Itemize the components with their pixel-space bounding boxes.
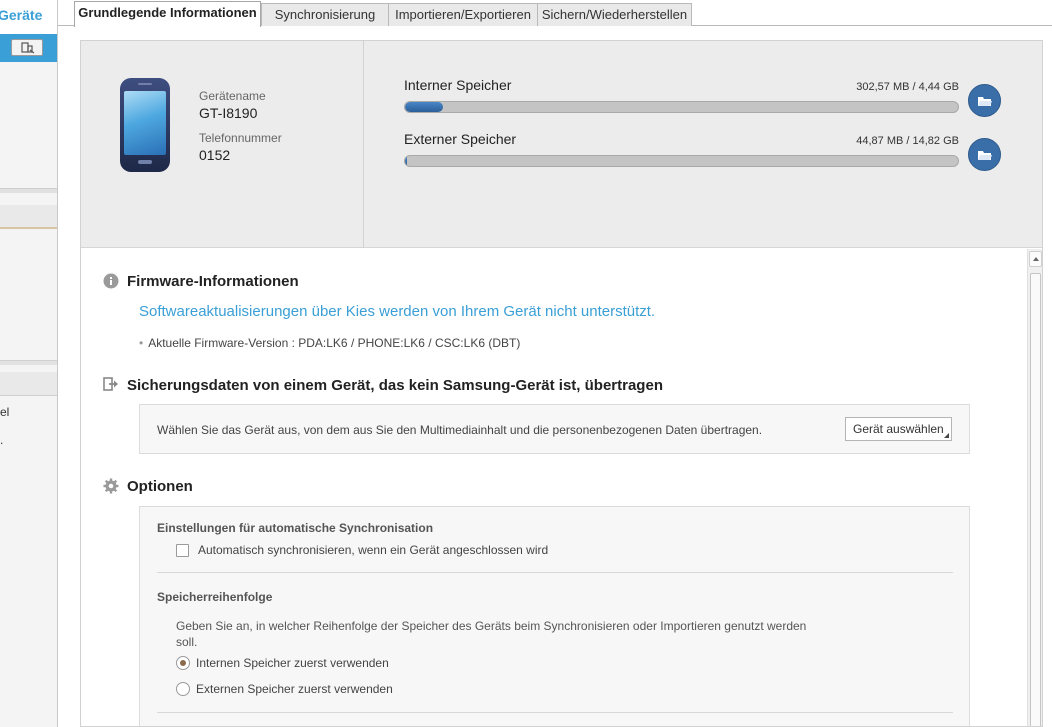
scrollbar-thumb[interactable] bbox=[1030, 273, 1041, 726]
select-device-label: Gerät auswählen bbox=[853, 422, 944, 436]
internal-storage-fill bbox=[405, 102, 443, 112]
panel-divider bbox=[363, 41, 364, 248]
bullet-icon: • bbox=[139, 336, 144, 350]
tab-backup-restore[interactable]: Sichern/Wiederherstellen bbox=[537, 3, 692, 26]
disconnect-device-button[interactable] bbox=[11, 39, 43, 56]
transfer-icon bbox=[103, 377, 118, 391]
sidebar-item[interactable]: . bbox=[0, 433, 3, 447]
sidebar-section-header[interactable] bbox=[0, 372, 57, 396]
disconnect-icon bbox=[21, 42, 35, 54]
phone-number-label: Telefonnummer bbox=[199, 131, 282, 145]
options-divider bbox=[157, 712, 953, 713]
device-overview: Gerätename GT-I8190 Telefonnummer 0152 I… bbox=[81, 41, 1042, 248]
radio-internal-first[interactable] bbox=[176, 656, 190, 670]
options-section-title: Optionen bbox=[127, 478, 193, 495]
sidebar-selected-device[interactable] bbox=[0, 34, 57, 62]
autosync-checkbox-label[interactable]: Automatisch synchronisieren, wenn ein Ge… bbox=[198, 543, 548, 557]
autosync-checkbox[interactable] bbox=[176, 544, 189, 557]
sidebar-separator bbox=[0, 188, 57, 193]
internal-storage-label: Interner Speicher bbox=[404, 77, 512, 93]
tab-import-export[interactable]: Importieren/Exportieren bbox=[388, 3, 538, 26]
transfer-description: Wählen Sie das Gerät aus, von dem aus Si… bbox=[157, 423, 763, 437]
basic-info-panel: Gerätename GT-I8190 Telefonnummer 0152 I… bbox=[80, 40, 1043, 727]
radio-external-first[interactable] bbox=[176, 682, 190, 696]
external-storage-value: 44,87 MB / 14,82 GB bbox=[856, 135, 959, 147]
firmware-section-title: Firmware-Informationen bbox=[127, 273, 299, 290]
internal-storage-bar bbox=[404, 101, 959, 113]
options-divider bbox=[157, 572, 953, 573]
sidebar-title: Geräte bbox=[0, 7, 43, 23]
storage-order-description: Geben Sie an, in welcher Reihenfolge der… bbox=[176, 619, 807, 649]
tab-sync[interactable]: Synchronisierung bbox=[261, 3, 389, 26]
firmware-message: Softwareaktualisierungen über Kies werde… bbox=[139, 303, 656, 320]
phone-image bbox=[120, 78, 170, 172]
open-external-storage-button[interactable] bbox=[968, 138, 1001, 171]
details-scroll-area[interactable]: Firmware-Informationen Softwareaktualisi… bbox=[81, 249, 1042, 726]
transfer-box: Wählen Sie das Gerät aus, von dem aus Si… bbox=[139, 404, 970, 454]
folder-icon bbox=[978, 97, 992, 106]
open-internal-storage-button[interactable] bbox=[968, 84, 1001, 117]
firmware-version: • Aktuelle Firmware-Version : PDA:LK6 / P… bbox=[139, 336, 520, 350]
tab-bar: Grundlegende Informationen Synchronisier… bbox=[58, 0, 1052, 27]
folder-icon bbox=[978, 151, 992, 160]
device-name-label: Gerätename bbox=[199, 89, 266, 103]
info-icon bbox=[103, 273, 119, 289]
radio-external-first-label[interactable]: Externen Speicher zuerst verwenden bbox=[196, 682, 393, 696]
firmware-version-text: Aktuelle Firmware-Version : PDA:LK6 / PH… bbox=[148, 336, 521, 350]
radio-internal-first-label[interactable]: Internen Speicher zuerst verwenden bbox=[196, 656, 389, 670]
internal-storage-value: 302,57 MB / 4,44 GB bbox=[856, 81, 959, 93]
transfer-section-title: Sicherungsdaten von einem Gerät, das kei… bbox=[127, 377, 663, 394]
options-box: Einstellungen für automatische Synchroni… bbox=[139, 506, 970, 726]
autosync-heading: Einstellungen für automatische Synchroni… bbox=[157, 521, 434, 535]
device-name-value: GT-I8190 bbox=[199, 105, 258, 121]
external-storage-fill bbox=[405, 156, 407, 166]
external-storage-label: Externer Speicher bbox=[404, 131, 517, 147]
storage-order-heading: Speicherreihenfolge bbox=[157, 590, 273, 604]
device-sidebar: Geräte el . bbox=[0, 0, 58, 727]
sidebar-header: Geräte bbox=[0, 0, 57, 34]
select-device-button[interactable]: Gerät auswählen bbox=[845, 417, 952, 441]
external-storage-bar bbox=[404, 155, 959, 167]
scroll-up-arrow-icon[interactable] bbox=[1029, 251, 1042, 267]
sidebar-item[interactable]: el bbox=[0, 405, 9, 419]
gear-icon bbox=[103, 478, 119, 494]
dropdown-corner-icon bbox=[944, 433, 949, 438]
sidebar-separator bbox=[0, 360, 57, 365]
tab-basic-info[interactable]: Grundlegende Informationen bbox=[74, 1, 261, 27]
sidebar-section-header[interactable] bbox=[0, 205, 57, 229]
vertical-scrollbar[interactable] bbox=[1027, 249, 1042, 726]
phone-number-value: 0152 bbox=[199, 147, 231, 163]
